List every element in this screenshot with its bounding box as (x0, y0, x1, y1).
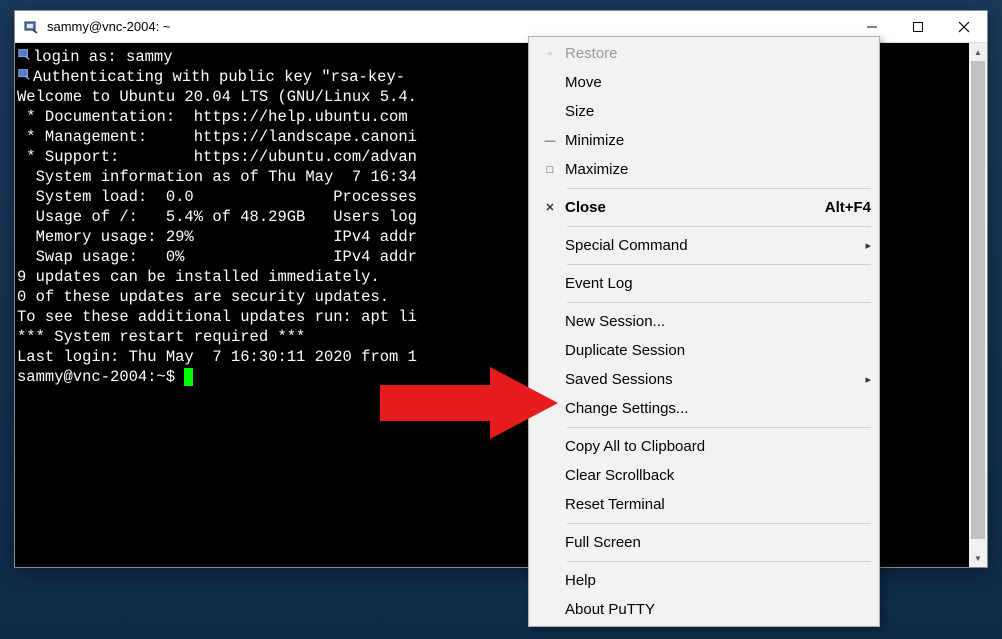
menu-item-saved-sessions[interactable]: Saved Sessions▸ (529, 365, 879, 394)
minimize-icon: — (535, 135, 565, 147)
menu-label: Help (565, 572, 871, 589)
close-icon: ✕ (535, 201, 565, 214)
menu-separator (567, 523, 871, 524)
menu-item-close[interactable]: ✕CloseAlt+F4 (529, 193, 879, 222)
menu-label: About PuTTY (565, 601, 871, 618)
menu-label: Minimize (565, 132, 871, 149)
menu-item-maximize[interactable]: □Maximize (529, 155, 879, 184)
menu-label: Special Command (565, 237, 855, 254)
scroll-down-arrow[interactable]: ▼ (969, 549, 987, 567)
menu-item-reset-terminal[interactable]: Reset Terminal (529, 490, 879, 519)
menu-label: Reset Terminal (565, 496, 871, 513)
menu-label: Maximize (565, 161, 871, 178)
submenu-arrow-icon: ▸ (855, 239, 871, 252)
menu-label: Restore (565, 45, 871, 62)
system-context-menu: ▫RestoreMoveSize—Minimize□Maximize✕Close… (528, 36, 880, 627)
menu-item-special-command[interactable]: Special Command▸ (529, 231, 879, 260)
menu-separator (567, 561, 871, 562)
menu-item-event-log[interactable]: Event Log (529, 269, 879, 298)
scroll-up-arrow[interactable]: ▲ (969, 43, 987, 61)
menu-item-clear-scrollback[interactable]: Clear Scrollback (529, 461, 879, 490)
menu-label: Copy All to Clipboard (565, 438, 871, 455)
menu-item-new-session[interactable]: New Session... (529, 307, 879, 336)
menu-label: Saved Sessions (565, 371, 855, 388)
annotation-arrow (370, 365, 570, 455)
menu-item-size[interactable]: Size (529, 97, 879, 126)
menu-item-copy-all[interactable]: Copy All to Clipboard (529, 432, 879, 461)
menu-item-move[interactable]: Move (529, 68, 879, 97)
menu-item-duplicate-session[interactable]: Duplicate Session (529, 336, 879, 365)
menu-separator (567, 264, 871, 265)
menu-item-help[interactable]: Help (529, 566, 879, 595)
menu-separator (567, 302, 871, 303)
menu-shortcut: Alt+F4 (825, 199, 871, 216)
restore-icon: ▫ (535, 48, 565, 60)
menu-separator (567, 188, 871, 189)
menu-item-full-screen[interactable]: Full Screen (529, 528, 879, 557)
menu-item-about[interactable]: About PuTTY (529, 595, 879, 624)
menu-separator (567, 226, 871, 227)
menu-label: Event Log (565, 275, 871, 292)
maximize-button[interactable] (895, 11, 941, 43)
menu-label: New Session... (565, 313, 871, 330)
cursor (184, 368, 193, 386)
submenu-arrow-icon: ▸ (855, 373, 871, 386)
menu-item-change-settings[interactable]: Change Settings... (529, 394, 879, 423)
menu-label: Duplicate Session (565, 342, 871, 359)
menu-label: Move (565, 74, 871, 91)
menu-label: Change Settings... (565, 400, 871, 417)
menu-label: Clear Scrollback (565, 467, 871, 484)
scroll-thumb[interactable] (971, 61, 985, 539)
menu-label: Close (565, 199, 825, 216)
menu-item-minimize[interactable]: —Minimize (529, 126, 879, 155)
putty-icon (23, 19, 39, 35)
menu-label: Full Screen (565, 534, 871, 551)
menu-label: Size (565, 103, 871, 120)
menu-item-restore: ▫Restore (529, 39, 879, 68)
close-button[interactable] (941, 11, 987, 43)
terminal-scrollbar[interactable]: ▲ ▼ (969, 43, 987, 567)
maximize-icon: □ (535, 164, 565, 176)
window-title: sammy@vnc-2004: ~ (47, 19, 849, 34)
menu-separator (567, 427, 871, 428)
